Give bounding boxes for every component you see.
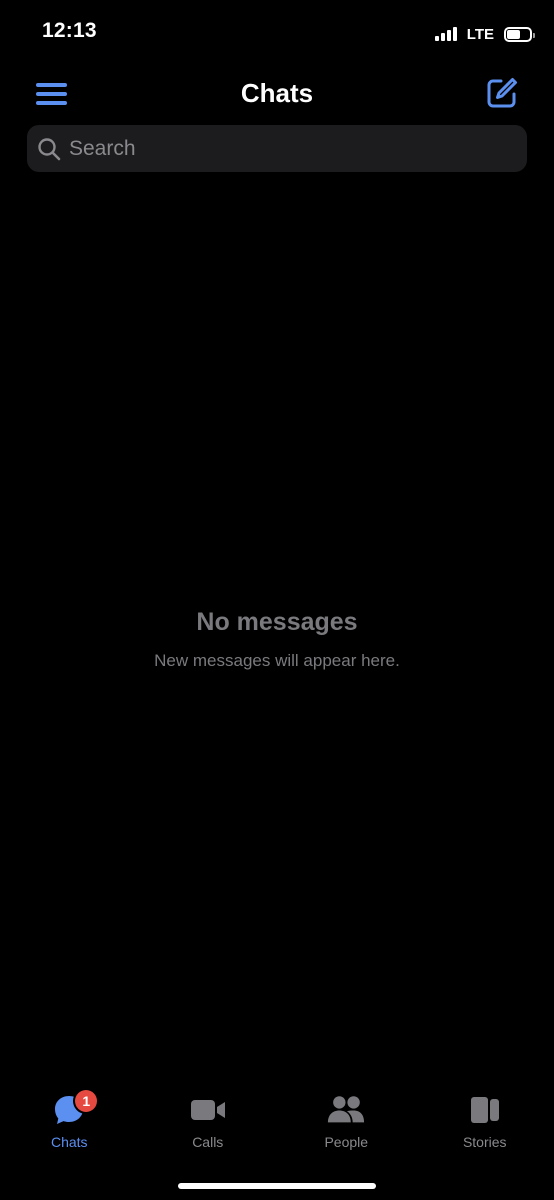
cellular-signal-icon	[434, 27, 457, 41]
empty-state-title: No messages	[196, 608, 358, 636]
nav-bar: Chats	[0, 70, 554, 118]
home-indicator[interactable]	[178, 1183, 376, 1189]
tab-label-people: People	[324, 1134, 369, 1150]
status-bar: 12:13 LTE	[0, 0, 554, 66]
tab-chats[interactable]: 1 Chats	[0, 1090, 139, 1160]
video-camera-icon	[190, 1100, 225, 1120]
tab-calls[interactable]: Calls	[139, 1090, 278, 1160]
people-icon	[328, 1096, 365, 1123]
tab-label-stories: Stories	[462, 1134, 507, 1150]
battery-level-fill	[507, 29, 520, 39]
tab-stories[interactable]: Stories	[416, 1090, 554, 1160]
search-field[interactable]	[27, 125, 527, 172]
battery-icon	[504, 26, 535, 42]
search-input[interactable]	[69, 136, 527, 161]
app-screen: 12:13 LTE Chats Search No messages New m…	[0, 0, 554, 1200]
unread-badge: 1	[75, 1090, 98, 1112]
status-indicators: LTE	[434, 22, 535, 46]
search-icon	[38, 137, 61, 160]
tab-label-calls: Calls	[192, 1134, 224, 1150]
compose-icon[interactable]	[486, 77, 518, 109]
tab-people[interactable]: People	[277, 1090, 416, 1160]
network-type-label: LTE	[466, 25, 494, 43]
empty-state-subtitle: New messages will appear here.	[154, 651, 400, 670]
tab-label-chats: Chats	[50, 1134, 88, 1150]
status-time: 12:13	[42, 19, 97, 42]
tab-bar: 1 Chats Calls People Stories	[0, 1090, 554, 1160]
empty-state: No messages New messages will appear her…	[0, 608, 554, 671]
stories-icon	[470, 1097, 499, 1123]
page-title: Chats	[240, 78, 314, 108]
